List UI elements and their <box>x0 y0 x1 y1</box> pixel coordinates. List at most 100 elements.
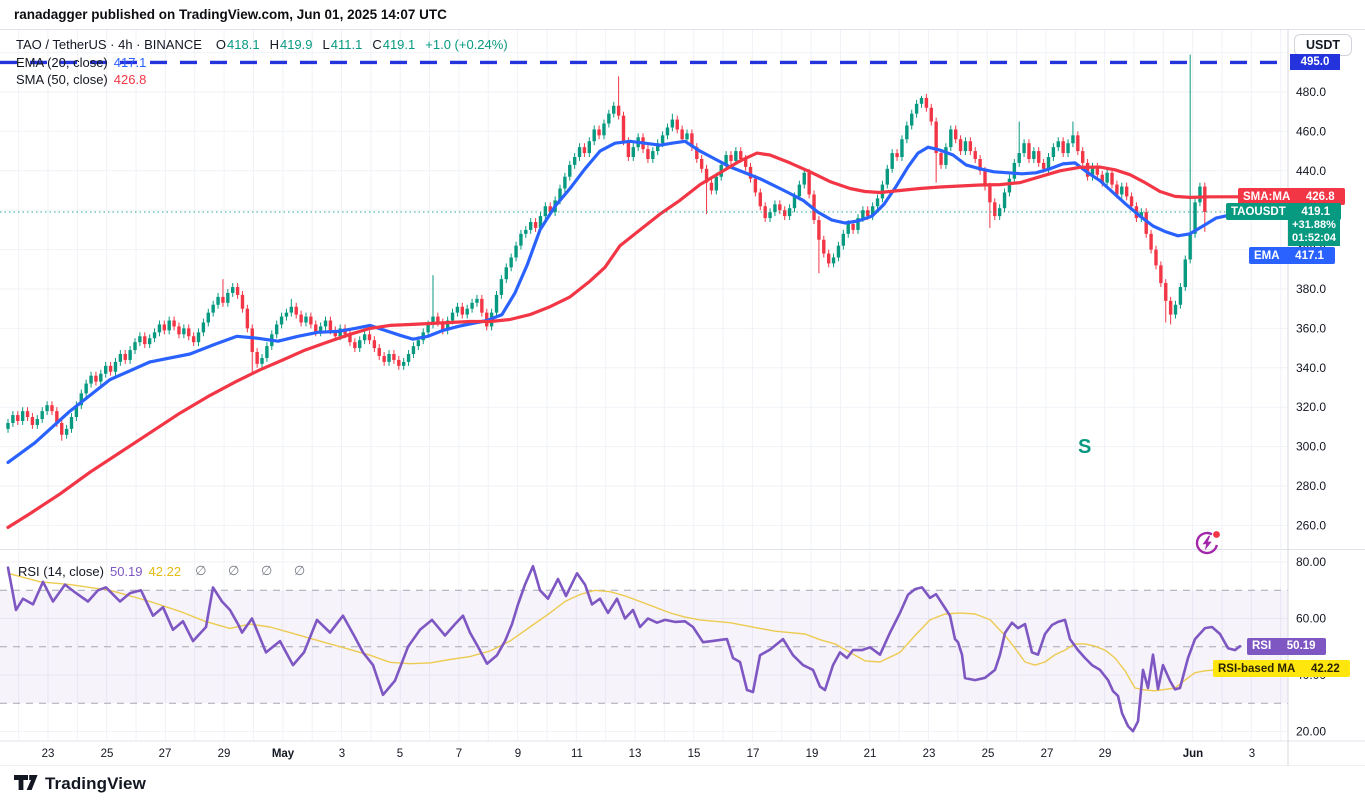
price-percent-countdown: +31.88% 01:52:04 <box>1288 218 1340 246</box>
candle-body <box>612 106 615 114</box>
candle-body <box>534 222 537 228</box>
candle-body <box>168 321 171 331</box>
candle-body <box>299 315 302 323</box>
candle-body <box>1003 192 1006 208</box>
candle-body <box>1052 147 1055 157</box>
time-axis-label: 29 <box>1099 748 1112 760</box>
candle-body <box>895 153 898 157</box>
bar-countdown: 01:52:04 <box>1292 232 1336 245</box>
candle-body <box>265 346 268 358</box>
price-axis-label: 380.0 <box>1296 282 1326 296</box>
sma-legend-row[interactable]: SMA (50, close) 426.8 <box>16 72 146 87</box>
flash-idea-badge[interactable] <box>1194 529 1224 557</box>
candle-body <box>480 299 483 313</box>
candle-body <box>954 129 957 139</box>
candle-body <box>1198 187 1201 203</box>
time-axis-label: 25 <box>982 748 995 760</box>
candle-body <box>676 120 679 130</box>
candle-body <box>99 374 102 382</box>
candle-body <box>1174 305 1177 315</box>
lightning-icon <box>1203 536 1212 551</box>
candle-body <box>407 354 410 362</box>
footer-bar: TradingView <box>0 766 1365 801</box>
candle-body <box>988 187 991 203</box>
candle-body <box>778 204 781 210</box>
rsi-legend-row[interactable]: RSI (14, close) 50.19 42.22 ∅ ∅ ∅ ∅ <box>18 563 314 579</box>
rsi-ma-value: 42.22 <box>149 564 182 579</box>
candle-body <box>890 153 893 169</box>
candle-body <box>632 147 635 157</box>
candle-body <box>886 169 889 185</box>
candle-body <box>700 159 703 169</box>
candle-body <box>759 192 762 206</box>
candle-body <box>827 254 830 264</box>
candle-body <box>114 362 117 372</box>
candle-body <box>524 230 527 234</box>
candle-body <box>128 350 131 360</box>
candle-body <box>1188 234 1191 260</box>
candle-body <box>373 340 376 348</box>
candle-body <box>509 257 512 267</box>
candle-body <box>876 198 879 206</box>
candle-body <box>617 106 620 116</box>
candle-body <box>715 177 718 191</box>
candle-body <box>65 429 68 435</box>
candle-body <box>646 149 649 159</box>
candle-body <box>202 322 205 332</box>
high-label: H <box>270 37 279 52</box>
candle-body <box>622 116 625 142</box>
time-axis-label: 13 <box>629 748 642 760</box>
price-axis-label: 260.0 <box>1296 518 1326 532</box>
price-axis-label: 360.0 <box>1296 321 1326 335</box>
candle-body <box>1047 157 1050 169</box>
time-axis-label: 17 <box>747 748 760 760</box>
last-price-chip-tab: TAOUSDT <box>1226 203 1291 220</box>
candle-body <box>671 120 674 128</box>
candle-body <box>597 129 600 135</box>
candle-body <box>1042 163 1045 169</box>
candle-body <box>236 287 239 295</box>
candle-body <box>470 303 473 309</box>
currency-toggle-button[interactable]: USDT <box>1294 34 1352 56</box>
rsi-indicator-value: 50.19 <box>110 564 143 579</box>
candle-body <box>153 332 156 338</box>
candle-body <box>241 295 244 309</box>
candle-body <box>739 151 742 159</box>
time-axis-label: 3 <box>339 748 345 760</box>
candle-body <box>514 246 517 258</box>
candle-body <box>710 183 713 191</box>
chart-canvas[interactable]: 480.0460.0440.0420.0400.0380.0360.0340.0… <box>0 0 1365 801</box>
rsi-value-chip: RSI 50.19 <box>1247 638 1326 655</box>
candle-body <box>627 141 630 157</box>
rsi-empty-plot-icons: ∅ ∅ ∅ ∅ <box>195 563 314 579</box>
ema-legend-row[interactable]: EMA (20, close) 417.1 <box>16 55 146 70</box>
ema20-line <box>8 141 1240 462</box>
symbol-legend-row[interactable]: TAO / TetherUS · 4h · BINANCE O418.1 H41… <box>16 37 508 52</box>
candle-body <box>6 423 9 429</box>
rsi-axis-label: 80.00 <box>1296 555 1326 569</box>
time-axis-label: 19 <box>806 748 819 760</box>
candle-body <box>1037 151 1040 163</box>
candle-body <box>1071 135 1074 143</box>
candle-body <box>36 419 39 425</box>
candle-body <box>417 340 420 346</box>
candle-body <box>959 139 962 151</box>
open-label: O <box>216 37 226 52</box>
candle-body <box>754 179 757 193</box>
tradingview-wordmark[interactable]: TradingView <box>45 774 146 794</box>
candle-body <box>172 321 175 327</box>
tradingview-logo-icon[interactable] <box>14 775 38 792</box>
published-header: ranadagger published on TradingView.com,… <box>14 7 447 22</box>
candle-body <box>50 405 53 411</box>
candle-body <box>275 324 278 334</box>
price-axis-label: 340.0 <box>1296 361 1326 375</box>
candle-body <box>148 338 151 344</box>
time-axis-label: 23 <box>42 748 55 760</box>
candle-body <box>119 354 122 362</box>
candle-body <box>402 362 405 366</box>
time-axis-label: 29 <box>218 748 231 760</box>
candle-body <box>397 360 400 366</box>
candle-body <box>1066 143 1069 153</box>
candle-body <box>661 135 664 143</box>
candle-body <box>182 328 185 334</box>
